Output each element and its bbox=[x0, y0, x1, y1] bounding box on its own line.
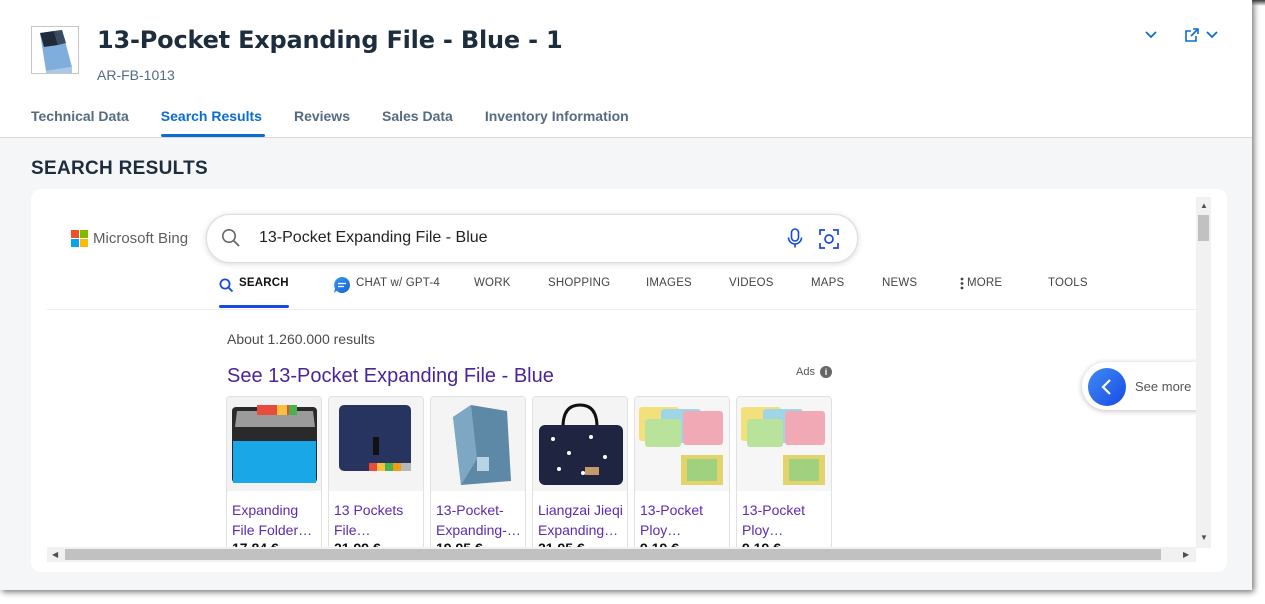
chat-icon bbox=[334, 277, 351, 293]
tab-sales-data[interactable]: Sales Data bbox=[382, 108, 453, 137]
section-title: SEARCH RESULTS bbox=[31, 158, 208, 179]
info-icon: i bbox=[819, 366, 832, 378]
nav-more-label: MORE bbox=[967, 277, 1003, 289]
product-image bbox=[329, 397, 423, 491]
product-card[interactable]: Expanding File Folder… 17,84 € bbox=[226, 396, 322, 548]
search-icon bbox=[222, 229, 240, 247]
product-card[interactable]: 13-Pocket Ploy… 9,19 € bbox=[736, 396, 832, 548]
product-card[interactable]: 13-Pocket Ploy… 9,19 € bbox=[634, 396, 730, 548]
see-more-button[interactable]: See more bbox=[1082, 362, 1196, 410]
more-vertical-icon bbox=[960, 277, 964, 290]
chevron-down-icon bbox=[1145, 31, 1157, 39]
vertical-scroll-thumb[interactable] bbox=[1198, 215, 1209, 241]
expand-header-button[interactable] bbox=[1142, 26, 1160, 44]
scroll-down-arrow-icon[interactable]: ▼ bbox=[1200, 533, 1208, 542]
product-id: AR-FB-1013 bbox=[97, 67, 175, 83]
nav-work[interactable]: WORK bbox=[474, 277, 511, 308]
tab-inventory-information[interactable]: Inventory Information bbox=[485, 108, 629, 137]
scroll-right-arrow-icon[interactable]: ▶ bbox=[1183, 550, 1189, 559]
visual-search-icon[interactable] bbox=[818, 228, 840, 250]
nav-search[interactable]: SEARCH bbox=[219, 277, 289, 308]
nav-divider bbox=[47, 309, 1196, 310]
tab-technical-data[interactable]: Technical Data bbox=[31, 108, 129, 137]
object-header: 13-Pocket Expanding File - Blue - 1 AR-F… bbox=[0, 0, 1252, 138]
search-results-card: Microsoft Bing 13-Pocket Expanding File … bbox=[31, 189, 1227, 572]
product-name: 13-Pocket- Expanding-… bbox=[436, 502, 521, 538]
nav-search-label: SEARCH bbox=[239, 277, 289, 289]
nav-news[interactable]: NEWS bbox=[882, 277, 917, 308]
search-input[interactable]: 13-Pocket Expanding File - Blue bbox=[259, 229, 488, 247]
vertical-scrollbar[interactable]: ▲ ▼ bbox=[1196, 197, 1211, 548]
share-icon bbox=[1185, 28, 1199, 42]
share-button[interactable] bbox=[1180, 26, 1222, 44]
product-name: 13 Pockets File… bbox=[334, 502, 404, 538]
product-image bbox=[431, 397, 525, 491]
product-image bbox=[737, 397, 831, 491]
horizontal-scroll-thumb[interactable] bbox=[65, 549, 1161, 560]
product-card[interactable]: 13-Pocket- Expanding-… 19,95 € bbox=[430, 396, 526, 548]
product-name: Expanding File Folder… bbox=[232, 502, 313, 538]
scroll-left-arrow-icon[interactable]: ◀ bbox=[52, 550, 58, 559]
search-icon bbox=[219, 278, 234, 293]
product-name: 13-Pocket Ploy… bbox=[640, 502, 704, 538]
product-image bbox=[635, 397, 729, 491]
nav-tools[interactable]: TOOLS bbox=[1048, 277, 1088, 308]
ads-title-link[interactable]: See 13-Pocket Expanding File - Blue bbox=[227, 365, 554, 388]
product-card[interactable]: 13 Pockets File… 21,99 € bbox=[328, 396, 424, 548]
product-image bbox=[533, 397, 627, 491]
tab-search-results[interactable]: Search Results bbox=[160, 108, 266, 137]
nav-shopping[interactable]: SHOPPING bbox=[548, 277, 610, 308]
bing-logo-text: Microsoft Bing bbox=[93, 230, 189, 247]
ads-label[interactable]: Ads i bbox=[796, 366, 832, 378]
nav-maps[interactable]: MAPS bbox=[811, 277, 844, 308]
object-page: 13-Pocket Expanding File - Blue - 1 AR-F… bbox=[0, 0, 1252, 590]
nav-images[interactable]: IMAGES bbox=[646, 277, 692, 308]
horizontal-scrollbar[interactable]: ◀ ▶ bbox=[47, 547, 1196, 562]
scroll-up-arrow-icon[interactable]: ▲ bbox=[1200, 201, 1208, 210]
chevron-down-icon bbox=[1206, 31, 1218, 39]
tab-bar: Technical Data Search Results Reviews Sa… bbox=[31, 108, 661, 138]
chevron-left-icon bbox=[1088, 368, 1126, 406]
product-image bbox=[227, 397, 321, 491]
nav-chat-label: CHAT w/ GPT-4 bbox=[356, 277, 440, 289]
result-count: About 1.260.000 results bbox=[227, 331, 375, 347]
search-box[interactable]: 13-Pocket Expanding File - Blue bbox=[206, 214, 858, 263]
see-more-label: See more bbox=[1135, 379, 1192, 394]
tab-reviews[interactable]: Reviews bbox=[294, 108, 350, 137]
ads-label-text: Ads bbox=[796, 366, 815, 378]
bing-logo[interactable]: Microsoft Bing bbox=[71, 230, 188, 247]
product-name: Liangzai Jieqi Expanding… bbox=[538, 502, 623, 538]
product-card[interactable]: Liangzai Jieqi Expanding… 21,95 € bbox=[532, 396, 628, 548]
microphone-icon[interactable] bbox=[785, 227, 805, 249]
product-name: 13-Pocket Ploy… bbox=[742, 502, 806, 538]
page-title: 13-Pocket Expanding File - Blue - 1 bbox=[97, 26, 563, 54]
bing-iframe: Microsoft Bing 13-Pocket Expanding File … bbox=[47, 197, 1196, 548]
product-thumbnail bbox=[31, 26, 79, 74]
microsoft-logo-icon bbox=[71, 230, 88, 247]
nav-videos[interactable]: VIDEOS bbox=[729, 277, 774, 308]
nav-more[interactable]: MORE bbox=[960, 277, 1002, 308]
nav-chat[interactable]: CHAT w/ GPT-4 bbox=[333, 277, 440, 308]
